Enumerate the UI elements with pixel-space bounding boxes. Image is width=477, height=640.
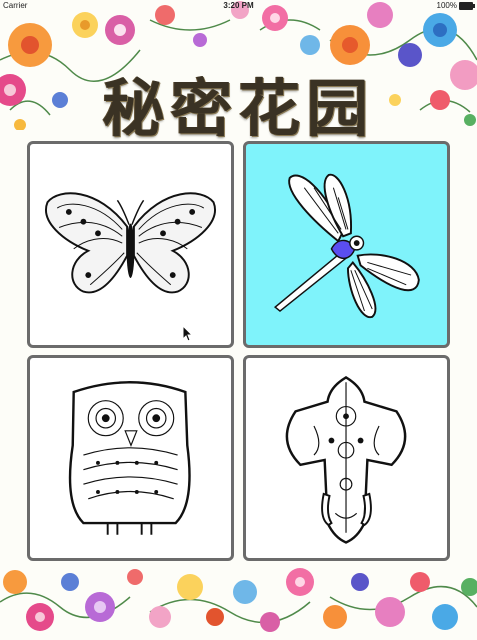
status-time: 3:20 PM	[223, 1, 254, 10]
status-bar: Carrier 3:20 PM 100%	[0, 0, 477, 12]
owl-card[interactable]	[27, 355, 234, 561]
butterfly-card[interactable]	[27, 141, 234, 348]
page-title: 秘密花园	[102, 72, 375, 145]
floral-border-bottom	[0, 562, 477, 640]
elephant-card[interactable]	[243, 355, 450, 561]
dragonfly-card[interactable]	[243, 141, 450, 348]
dragonfly-icon	[273, 173, 420, 318]
battery-percent: 100%	[436, 1, 457, 10]
mouse-cursor	[182, 324, 194, 348]
owl-icon	[68, 381, 191, 535]
elephant-icon	[285, 376, 407, 544]
butterfly-icon	[45, 192, 216, 294]
battery-icon	[459, 2, 475, 10]
